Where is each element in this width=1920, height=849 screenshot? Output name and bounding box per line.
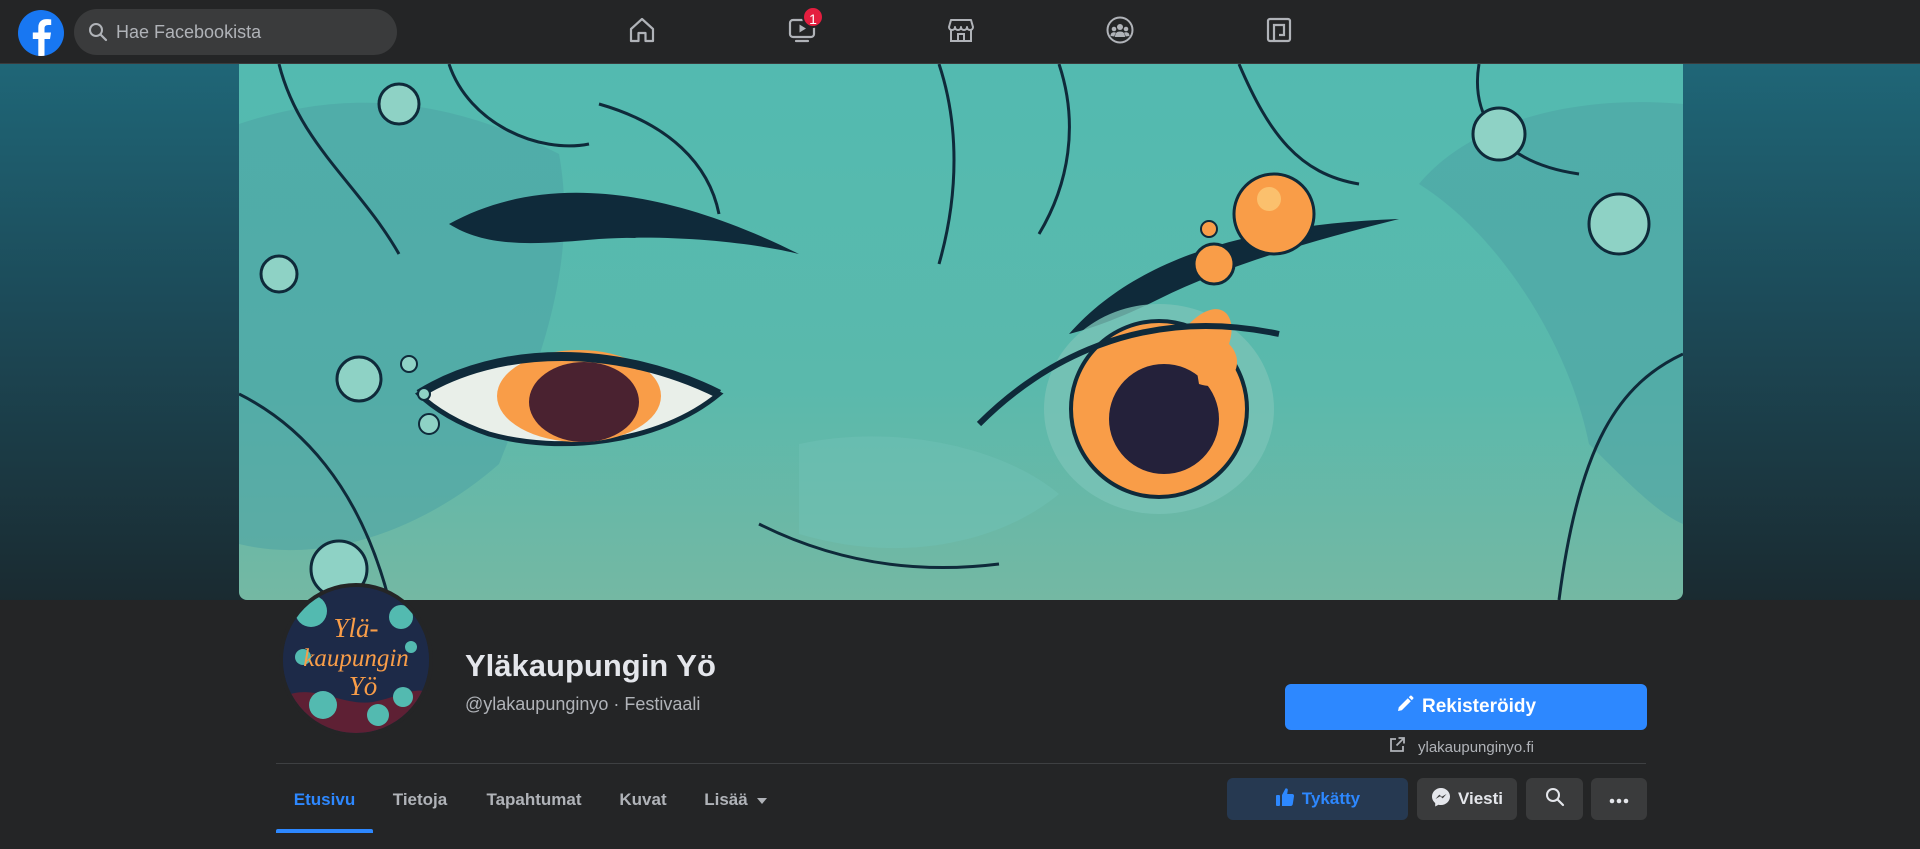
message-button[interactable]: Viesti <box>1417 778 1517 820</box>
marketplace-icon <box>946 15 976 50</box>
avatar-logo-line-2: kaupungin <box>303 645 409 672</box>
nav-groups[interactable] <box>1096 8 1144 56</box>
more-options-button[interactable] <box>1591 778 1647 820</box>
tab-label: Lisää <box>704 790 748 809</box>
tab-label: Kuvat <box>619 790 667 809</box>
nav-marketplace[interactable] <box>937 8 985 56</box>
caret-down-icon <box>756 790 768 810</box>
search-icon <box>1545 787 1565 812</box>
message-button-label: Viesti <box>1457 789 1504 808</box>
external-link-icon <box>1388 736 1406 758</box>
nav-watch[interactable]: 1 <box>778 6 826 56</box>
register-button[interactable]: Rekisteröidy <box>1285 684 1647 730</box>
header-divider <box>276 763 1646 764</box>
page-title: Yläkaupungin Yö <box>465 648 716 683</box>
liked-button[interactable]: Tykätty <box>1227 778 1408 820</box>
search-input[interactable] <box>114 9 384 55</box>
messenger-icon <box>1431 787 1451 812</box>
tab-label: Tapahtumat <box>486 790 582 809</box>
cover-photo[interactable] <box>239 64 1683 600</box>
pencil-icon <box>1396 695 1414 719</box>
page-username-category: @ylakaupunginyo · Festivaali <box>465 694 701 714</box>
gaming-icon <box>1264 15 1294 50</box>
nav-home[interactable] <box>618 8 666 56</box>
search-bar[interactable] <box>74 9 397 55</box>
tab-label: Etusivu <box>293 790 356 809</box>
thumbs-up-icon <box>1275 787 1295 812</box>
page-avatar[interactable]: Ylä- kaupungin Yö <box>279 583 433 737</box>
facebook-logo-icon[interactable] <box>18 10 64 56</box>
tab-tietoja[interactable]: Tietoja <box>380 770 460 830</box>
home-icon <box>627 15 657 50</box>
groups-icon <box>1105 15 1135 50</box>
more-dots-icon <box>1609 789 1629 809</box>
tab-label: Tietoja <box>392 790 448 809</box>
website-link[interactable]: ylakaupunginyo.fi <box>1388 736 1534 758</box>
tab-etusivu[interactable]: Etusivu <box>276 770 373 830</box>
tab-kuvat[interactable]: Kuvat <box>606 770 680 830</box>
register-button-label: Rekisteröidy <box>1421 696 1537 717</box>
liked-button-label: Tykätty <box>1301 789 1361 808</box>
avatar-logo-line-3: Yö <box>349 671 378 701</box>
tab-tapahtumat[interactable]: Tapahtumat <box>470 770 598 830</box>
search-icon <box>88 22 108 47</box>
active-tab-indicator <box>276 829 373 833</box>
top-navigation-bar: 1 <box>0 0 1920 64</box>
tab-lisaa[interactable]: Lisää <box>690 770 782 830</box>
website-url: ylakaupunginyo.fi <box>1418 738 1534 756</box>
avatar-logo-line-1: Ylä- <box>333 613 378 643</box>
page-search-button[interactable] <box>1526 778 1583 820</box>
notification-badge: 1 <box>802 6 824 28</box>
nav-gaming[interactable] <box>1255 8 1303 56</box>
